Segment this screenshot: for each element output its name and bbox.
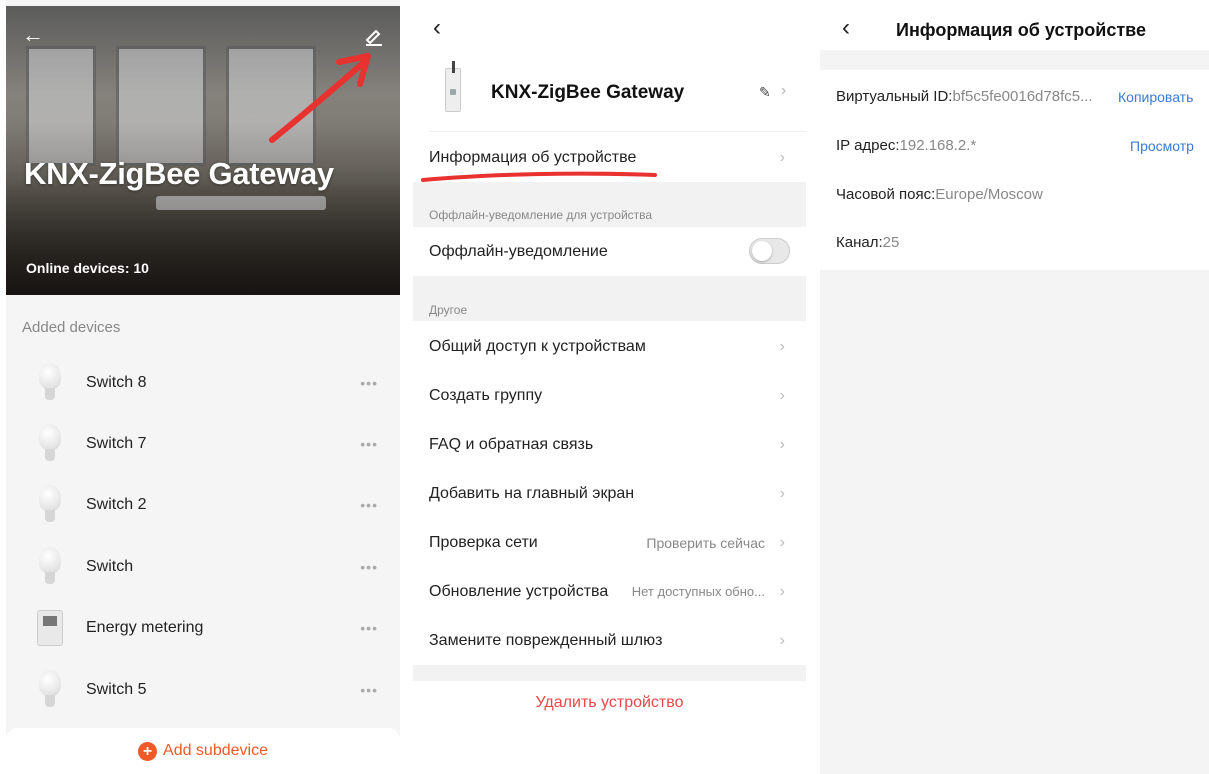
list-item[interactable]: Switch 5 ••• — [6, 659, 400, 720]
more-icon[interactable]: ••• — [360, 620, 378, 636]
field-value: Europe/Moscow — [935, 186, 1043, 203]
device-name: Energy metering — [86, 619, 204, 637]
field-label: Часовой пояс: — [836, 186, 936, 203]
more-icon[interactable]: ••• — [360, 497, 378, 513]
plus-icon: + — [138, 741, 158, 761]
device-name: Switch 2 — [86, 496, 147, 514]
row-label: Общий доступ к устройствам — [429, 337, 646, 355]
divider — [429, 131, 806, 132]
field-value: bf5c5fe0016d78fc5... — [952, 88, 1093, 105]
device-title: KNX-ZigBee Gateway — [491, 82, 685, 103]
virtual-id-row: Виртуальный ID:bf5c5fe0016d78fc5... — [836, 88, 1093, 105]
bulb-icon — [39, 485, 61, 525]
field-value: 192.168.2.* — [899, 137, 977, 154]
info-list: Виртуальный ID:bf5c5fe0016d78fc5... Копи… — [820, 70, 1209, 270]
device-name: Switch — [86, 557, 134, 575]
offline-notification-toggle[interactable] — [749, 238, 790, 264]
bulb-icon — [39, 424, 61, 464]
chevron-right-icon: › — [779, 337, 785, 355]
field-label: IP адрес: — [836, 137, 900, 154]
page-title: Информация об устройстве — [896, 20, 1147, 40]
edit-icon[interactable] — [364, 26, 384, 46]
copy-link[interactable]: Копировать — [1118, 89, 1193, 105]
row-value: Проверить сейчас — [646, 534, 765, 551]
device-name: Switch 5 — [86, 680, 147, 698]
bulb-icon — [39, 546, 61, 587]
row-label: Добавить на главный экран — [429, 484, 635, 502]
back-chevron-icon[interactable]: ‹ — [842, 14, 850, 42]
view-link[interactable]: Просмотр — [1130, 138, 1194, 154]
timezone-row: Часовой пояс:Europe/Moscow — [836, 186, 1043, 203]
bulb-icon — [39, 362, 61, 403]
chevron-right-icon: › — [779, 484, 785, 502]
row-label: Замените поврежденный шлюз — [429, 631, 663, 649]
more-icon[interactable]: ••• — [360, 682, 378, 698]
more-icon[interactable]: ••• — [360, 559, 378, 575]
meter-icon — [37, 610, 63, 647]
list-item[interactable]: Switch 2 ••• — [6, 475, 400, 536]
row-value: Нет доступных обно... — [631, 584, 765, 599]
annotation-arrow-icon — [269, 53, 371, 143]
gateway-overview-panel: ← KNX-ZigBee Gateway Online devices: 10 … — [6, 0, 400, 774]
hero-image: ← KNX-ZigBee Gateway Online devices: 10 — [6, 6, 400, 295]
more-icon[interactable]: ••• — [360, 375, 378, 391]
list-item[interactable]: Energy metering ••• — [6, 598, 400, 659]
bulb-icon — [39, 669, 61, 710]
back-arrow-icon[interactable]: ← — [22, 24, 44, 46]
field-label: Виртуальный ID: — [836, 88, 953, 105]
row-label: Оффлайн-уведомление — [429, 242, 608, 260]
online-devices-count: Online devices: 10 — [26, 260, 149, 276]
chevron-right-icon: › — [779, 631, 785, 649]
list-item[interactable]: Switch 8 ••• — [6, 352, 400, 413]
row-label: Создать группу — [429, 386, 543, 404]
device-name: Switch 7 — [86, 435, 147, 453]
header: ‹ Информация об устройстве — [820, 0, 1209, 50]
back-chevron-icon[interactable]: ‹ — [433, 14, 441, 42]
chevron-right-icon: › — [779, 386, 785, 404]
chevron-right-icon: › — [779, 533, 785, 551]
gateway-title: KNX-ZigBee Gateway — [24, 156, 334, 191]
added-devices-label: Added devices — [22, 319, 121, 336]
menu-item-sharing[interactable]: Общий доступ к устройствам › — [429, 322, 805, 371]
device-name: Switch 8 — [86, 373, 147, 391]
menu-item-network-check[interactable]: Проверка сети Проверить сейчас › — [429, 518, 805, 567]
row-label: Обновление устройства — [429, 582, 609, 600]
menu-item-replace-gateway[interactable]: Замените поврежденный шлюз › — [429, 616, 805, 665]
delete-device-button[interactable]: Удалить устройство — [413, 694, 806, 712]
list-item[interactable]: Switch ••• — [6, 536, 400, 597]
device-list: Switch 8 ••• Switch 7 ••• Switch 2 ••• S… — [6, 352, 400, 720]
menu-item-faq[interactable]: FAQ и обратная связь › — [429, 420, 805, 469]
section-gap — [413, 665, 806, 681]
add-subdevice-label: Add subdevice — [163, 742, 268, 759]
edit-name-icon[interactable]: ✎ — [759, 84, 771, 101]
channel-row: Канал:25 — [836, 234, 899, 251]
list-item[interactable]: Switch 7 ••• — [6, 413, 400, 474]
field-label: Канал: — [836, 234, 883, 251]
menu-item-create-group[interactable]: Создать группу › — [429, 371, 805, 420]
device-info-panel: ‹ Информация об устройстве Виртуальный I… — [820, 0, 1209, 774]
chevron-right-icon: › — [779, 582, 785, 600]
menu-item-firmware-update[interactable]: Обновление устройства Нет доступных обно… — [429, 567, 805, 616]
row-label: Проверка сети — [429, 533, 538, 551]
chevron-right-icon: › — [779, 435, 785, 453]
row-label: FAQ и обратная связь — [429, 435, 594, 453]
ip-address-row: IP адрес:192.168.2.* — [836, 137, 976, 154]
gateway-device-icon — [445, 61, 461, 112]
field-value: 25 — [882, 234, 900, 251]
more-icon[interactable]: ••• — [360, 436, 378, 452]
menu-item-add-home[interactable]: Добавить на главный экран › — [429, 469, 805, 518]
chevron-right-icon[interactable]: › — [781, 82, 786, 100]
add-subdevice-button[interactable]: + Add subdevice — [6, 728, 400, 774]
chevron-right-icon: › — [779, 148, 785, 166]
other-section-header: Другое — [429, 303, 468, 317]
row-label: Информация об устройстве — [429, 148, 637, 166]
offline-section-header: Оффлайн-уведомление для устройства — [429, 208, 653, 222]
section-gap — [413, 276, 806, 321]
gateway-settings-panel: ‹ KNX-ZigBee Gateway ✎ › Информация об у… — [413, 0, 806, 774]
